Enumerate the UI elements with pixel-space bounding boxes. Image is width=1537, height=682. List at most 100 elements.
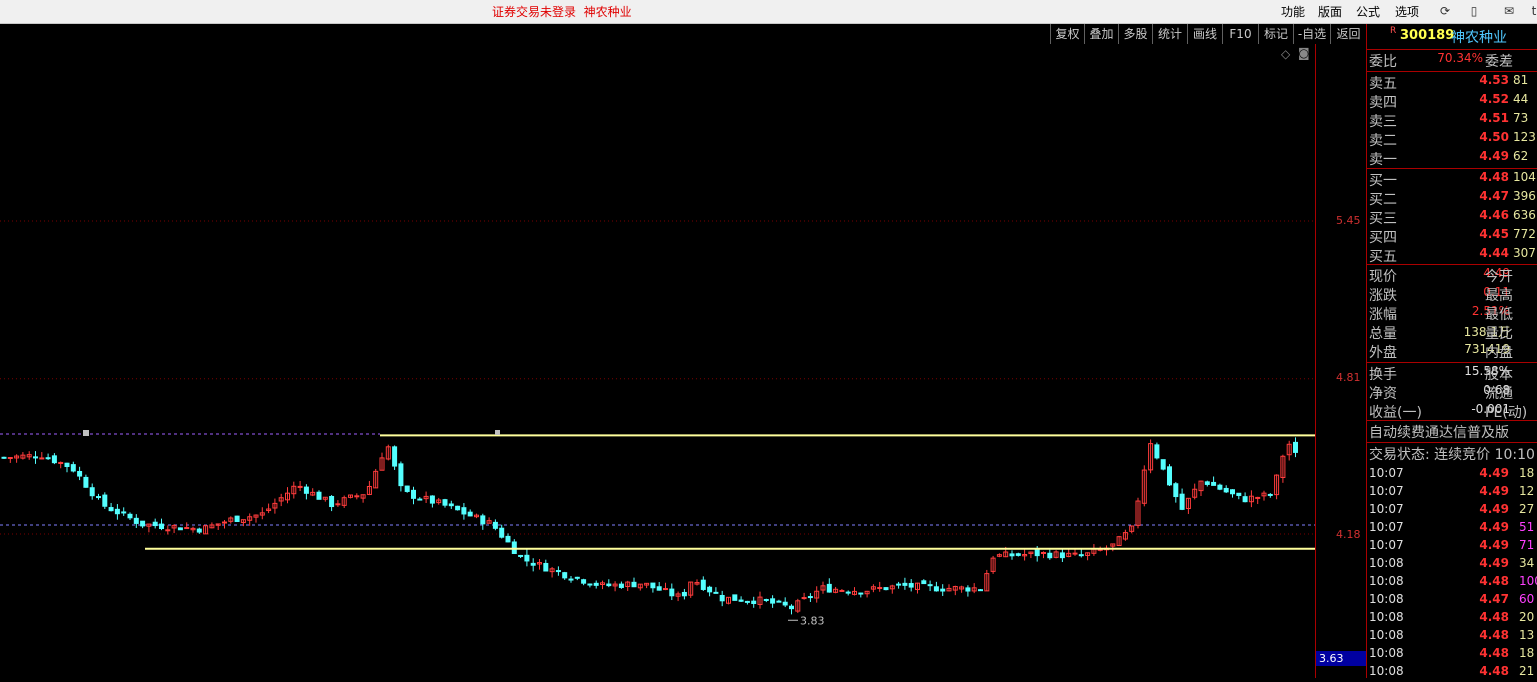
bid-level-price: 4.46 (1479, 208, 1509, 222)
candle-down (933, 586, 939, 592)
candle-down (978, 589, 983, 592)
notice-row[interactable]: 自动续费通达信普及版 (1367, 422, 1537, 441)
candle-down (751, 600, 757, 605)
tick-row: 10:08 4.48 21 (1367, 664, 1537, 678)
candle-down (83, 476, 89, 488)
remove-watchlist-button[interactable]: -自选 (1293, 24, 1330, 44)
candle-down (404, 485, 410, 492)
quote-header: R 300189 神农种业 (1367, 24, 1537, 48)
bid-level-label: 买五 (1369, 249, 1397, 265)
candle-down (1078, 554, 1084, 557)
stat-label: 涨幅 (1369, 307, 1397, 323)
candle-down (669, 588, 675, 597)
candle-up (297, 485, 303, 488)
tick-volume: 20 (1519, 610, 1535, 624)
bid-level-volume: 307 (1513, 246, 1536, 260)
menu-formula[interactable]: 公式 (1356, 3, 1380, 20)
bid-level-volume: 772 (1513, 227, 1536, 241)
separator (1367, 264, 1537, 265)
refresh-icon[interactable]: ⟳ (1438, 4, 1452, 18)
candlestick-chart[interactable]: 3.83 ◇ ◙ (0, 44, 1315, 678)
ask-level-label: 卖一 (1369, 152, 1397, 168)
candle-down (1217, 484, 1223, 490)
tick-time: 10:08 (1369, 592, 1404, 606)
stat-label: 换手 (1369, 367, 1397, 383)
candle-up (354, 495, 360, 498)
candle-down (908, 583, 914, 588)
candle-down (656, 586, 662, 591)
tick-volume: 100 (1519, 574, 1537, 588)
candle-down (1047, 552, 1053, 559)
candle-up (335, 503, 341, 506)
order-ratio-label: 委比 (1369, 54, 1397, 70)
stock-code: 300189 (1400, 28, 1455, 43)
candle-down (593, 582, 599, 586)
stat-row: 净资 0.68 流通 (1367, 383, 1537, 402)
f10-button[interactable]: F10 (1222, 24, 1258, 44)
candle-down (1, 456, 7, 459)
stat-row: 涨幅 2.51% 最低 (1367, 304, 1537, 323)
stat-row: 总量 138.1万 量比 (1367, 323, 1537, 342)
overlay-button[interactable]: 叠加 (1084, 24, 1118, 44)
bid-level-label: 买二 (1369, 192, 1397, 208)
stat-label: 净资 (1369, 386, 1397, 402)
menu-function[interactable]: 功能 (1281, 3, 1305, 20)
bid-level-row: 买三 4.46 636 (1367, 208, 1537, 227)
candle-down (845, 591, 851, 594)
candle-up (222, 521, 227, 524)
tick-time: 10:08 (1369, 628, 1404, 642)
candle-down (499, 527, 505, 538)
back-button[interactable]: 返回 (1330, 24, 1366, 44)
tick-price: 4.49 (1479, 484, 1509, 498)
draw-line-button[interactable]: 画线 (1187, 24, 1222, 44)
menu-options[interactable]: 选项 (1395, 3, 1419, 20)
diamond-icon[interactable]: ◇ (1281, 47, 1290, 61)
candle-down (826, 583, 832, 593)
candle-down (133, 517, 139, 524)
candle-up (877, 587, 883, 590)
statistics-button[interactable]: 统计 (1152, 24, 1187, 44)
candle-down (1204, 481, 1210, 485)
tick-volume: 18 (1519, 466, 1535, 480)
tick-row: 10:08 4.48 20 (1367, 610, 1537, 629)
tick-volume: 60 (1519, 592, 1535, 606)
candle-down (455, 505, 461, 511)
restore-rights-button[interactable]: 复权 (1050, 24, 1084, 44)
window-toggle-icon[interactable]: ◙ (1298, 46, 1310, 60)
renewal-notice[interactable]: 自动续费通达信普及版 (1369, 422, 1509, 442)
bid-level-label: 买三 (1369, 211, 1397, 227)
candle-down (927, 584, 933, 587)
axis-label-4-18: 4.18 (1336, 528, 1361, 541)
phone-icon[interactable]: ▯ (1467, 4, 1481, 18)
tick-time: 10:08 (1369, 610, 1404, 624)
candle-down (159, 523, 164, 530)
mark-button[interactable]: 标记 (1258, 24, 1293, 44)
tick-time: 10:08 (1369, 574, 1404, 588)
candle-down (1293, 441, 1298, 453)
candle-down (196, 528, 202, 533)
stat-row: 涨跌 0.11 最高 (1367, 285, 1537, 304)
candle-down (744, 600, 750, 603)
ask-level-volume: 81 (1513, 73, 1529, 87)
t-icon[interactable]: t (1527, 4, 1537, 18)
mail-icon[interactable]: ✉ (1502, 4, 1516, 18)
stat-extra-label: 股本 (1485, 367, 1513, 383)
order-diff-label: 委差 (1485, 54, 1513, 70)
multi-stock-button[interactable]: 多股 (1118, 24, 1152, 44)
stat-extra-label: 今开 (1485, 269, 1513, 285)
menu-layout[interactable]: 版面 (1318, 3, 1342, 20)
tick-price: 4.48 (1479, 574, 1509, 588)
ask-level-label: 卖四 (1369, 95, 1397, 111)
candle-up (1255, 496, 1261, 499)
tick-time: 10:08 (1369, 646, 1404, 660)
tick-volume: 71 (1519, 538, 1535, 552)
candle-down (398, 463, 404, 487)
stat-extra-label: 流通 (1485, 386, 1513, 402)
candle-down (102, 494, 108, 507)
tick-time: 10:08 (1369, 556, 1404, 570)
candle-down (713, 591, 719, 594)
tick-time: 10:07 (1369, 520, 1404, 534)
candle-down (1009, 553, 1015, 557)
candle-down (631, 581, 637, 588)
tick-row: 10:08 4.47 60 (1367, 592, 1537, 611)
